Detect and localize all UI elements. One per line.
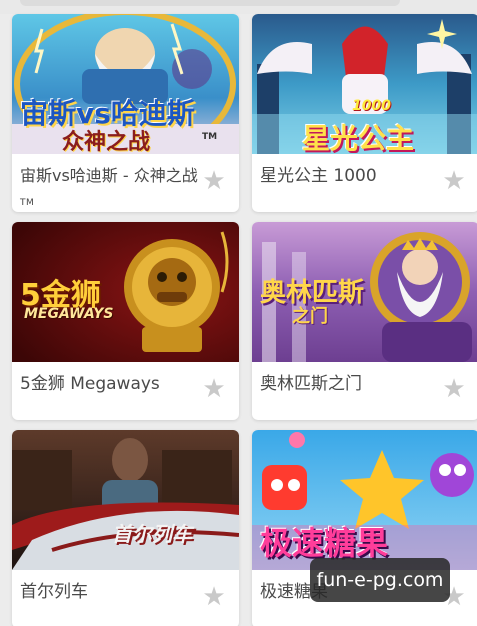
game-thumbnail[interactable]: 1000 星光公主 — [252, 14, 477, 154]
game-info: 5金狮 Megaways ★ — [12, 362, 239, 420]
art-subtitle: 之门 — [292, 306, 328, 327]
art-title: 星光公主 — [302, 122, 415, 154]
game-info: 首尔列车 ★ — [12, 570, 239, 626]
star-icon[interactable]: ★ — [441, 168, 467, 194]
game-info: 奥林匹斯之门 ★ — [252, 362, 477, 420]
star-icon[interactable]: ★ — [201, 584, 227, 610]
art-trademark: TM — [202, 132, 218, 142]
game-title[interactable]: 5金狮 Megaways — [20, 374, 199, 394]
game-thumbnail[interactable]: 5金狮 MEGAWAYS — [12, 222, 239, 362]
game-card-starlight-princess[interactable]: 1000 星光公主 星光公主 1000 ★ — [252, 14, 477, 212]
game-info: 星光公主 1000 ★ — [252, 154, 477, 212]
art-subtitle: MEGAWAYS — [24, 306, 114, 322]
star-icon[interactable]: ★ — [441, 376, 467, 402]
game-card-train-to-busan[interactable]: 首尔列车 首尔列车 ★ — [12, 430, 239, 626]
art-badge: 1000 — [352, 98, 391, 114]
game-thumbnail[interactable]: 宙斯vs哈迪斯 众神之战 TM — [12, 14, 239, 154]
game-title[interactable]: 首尔列车 — [20, 582, 199, 602]
star-icon[interactable]: ★ — [201, 376, 227, 402]
game-info: 宙斯vs哈迪斯 - 众神之战 TM ★ — [12, 154, 239, 212]
game-title[interactable]: 奥林匹斯之门 — [260, 374, 439, 394]
game-card-zeus-vs-hades[interactable]: 宙斯vs哈迪斯 众神之战 TM 宙斯vs哈迪斯 - 众神之战 TM ★ — [12, 14, 239, 212]
star-icon[interactable]: ★ — [201, 168, 227, 194]
watermark-banner: fun-e-pg.com — [310, 558, 450, 602]
game-thumbnail[interactable]: 首尔列车 — [12, 430, 239, 570]
game-card-gates-of-olympus[interactable]: 奥林匹斯 之门 奥林匹斯之门 ★ — [252, 222, 477, 420]
art-title-line2: 众神之战 — [62, 130, 151, 154]
top-card-edge — [20, 0, 400, 6]
trademark-label: TM — [20, 198, 35, 208]
game-title[interactable]: 星光公主 1000 — [260, 166, 439, 186]
game-thumbnail[interactable]: 极速糖果 — [252, 430, 477, 570]
game-card-5-lions-megaways[interactable]: 5金狮 MEGAWAYS 5金狮 Megaways ★ — [12, 222, 239, 420]
art-title: 首尔列车 — [112, 522, 192, 546]
train-artwork — [12, 430, 239, 570]
game-grid: 宙斯vs哈迪斯 众神之战 TM 宙斯vs哈迪斯 - 众神之战 TM ★ 1000… — [12, 14, 477, 626]
game-title[interactable]: 宙斯vs哈迪斯 - 众神之战 — [20, 166, 199, 186]
top-scroll-edge — [0, 0, 477, 14]
game-thumbnail[interactable]: 奥林匹斯 之门 — [252, 222, 477, 362]
